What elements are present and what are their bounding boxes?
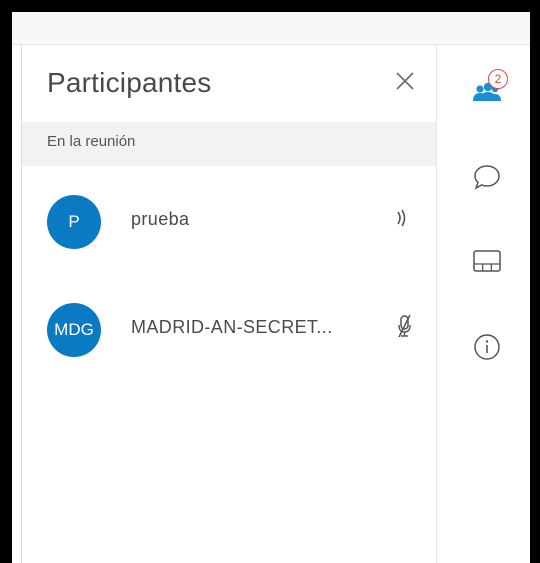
panel-title: Participantes — [47, 67, 212, 98]
close-button[interactable] — [393, 69, 417, 93]
info-button[interactable] — [471, 331, 503, 363]
participant-name: prueba — [131, 209, 190, 229]
participant-row[interactable]: MDG MADRID-AN-SECRET... — [22, 303, 436, 373]
section-in-meeting: En la reunión — [22, 122, 436, 166]
top-bar — [12, 12, 530, 45]
avatar: MDG — [47, 303, 101, 357]
layout-icon — [473, 250, 501, 272]
participant-name: MADRID-AN-SECRET... — [131, 317, 333, 337]
participants-panel: Participantes En la reunión P prueba MDG… — [22, 45, 436, 563]
participants-button[interactable]: 2 — [471, 69, 508, 107]
speaker-active-icon — [393, 205, 417, 231]
close-icon — [396, 72, 414, 90]
participant-row[interactable]: P prueba — [22, 195, 436, 265]
layout-button[interactable] — [471, 245, 503, 277]
info-icon — [474, 334, 500, 360]
participants-count-badge: 2 — [488, 69, 508, 89]
meeting-window: Participantes En la reunión P prueba MDG… — [12, 12, 530, 563]
side-rail: 2 — [437, 45, 530, 563]
chat-icon — [474, 165, 500, 190]
microphone-muted-icon — [393, 313, 417, 339]
window-right-edge — [530, 0, 540, 563]
chat-button[interactable] — [471, 161, 503, 193]
avatar: P — [47, 195, 101, 249]
